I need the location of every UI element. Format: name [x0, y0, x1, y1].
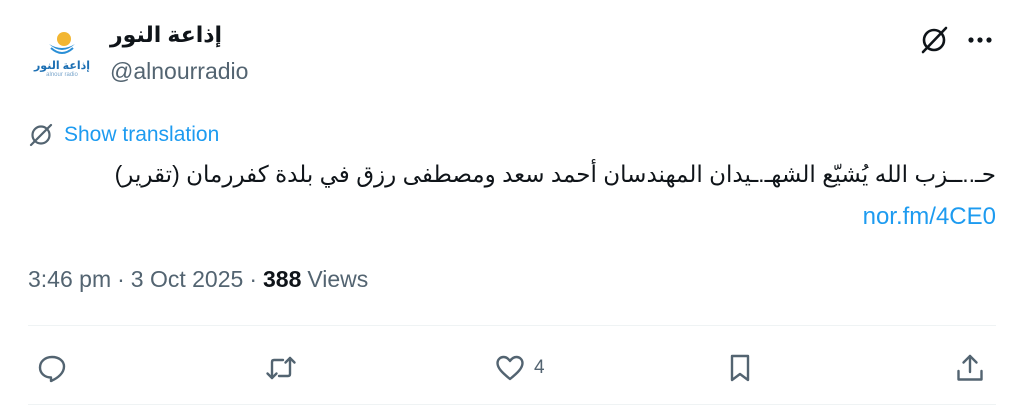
like-button[interactable]: 4 — [494, 350, 545, 386]
meta-separator: · — [249, 266, 257, 292]
user-handle[interactable]: @alnourradio — [110, 58, 248, 85]
like-count: 4 — [534, 357, 545, 378]
grok-icon[interactable] — [918, 24, 950, 56]
action-bar: 4 — [28, 342, 996, 392]
divider — [28, 404, 996, 405]
display-name[interactable]: إذاعة النور — [110, 22, 222, 48]
views-label: Views — [307, 266, 369, 292]
tweet-link[interactable]: nor.fm/4CE0 — [863, 200, 996, 234]
reply-icon — [38, 355, 66, 383]
tweet-date[interactable]: 3 Oct 2025 — [131, 266, 244, 293]
translate-icon — [29, 123, 53, 147]
reply-button[interactable] — [36, 350, 68, 386]
radio-logo-icon — [49, 31, 75, 54]
share-button[interactable] — [954, 350, 986, 386]
bookmark-icon — [730, 354, 750, 382]
share-icon — [957, 354, 983, 381]
avatar-logo-subtext: alnour radio — [46, 71, 78, 78]
tweet-time[interactable]: 3:46 pm — [28, 266, 111, 293]
views-count: 388 — [262, 266, 302, 292]
bookmark-button[interactable] — [724, 350, 756, 386]
heart-icon — [496, 355, 524, 381]
tweet-meta: 3:46 pm · 3 Oct 2025 · 388 Views — [28, 266, 368, 293]
show-translation-button[interactable]: Show translation — [28, 120, 219, 150]
avatar[interactable]: إذاعة النور alnour radio — [28, 20, 96, 88]
meta-separator: · — [117, 266, 125, 292]
more-icon[interactable] — [964, 26, 996, 54]
tweet-detail: إذاعة النور alnour radio إذاعة النور @al… — [0, 0, 1024, 408]
tweet-text: حـ..ــزب الله يُشيّع الشهـ.ـيدان المهندس… — [114, 161, 996, 187]
divider — [28, 325, 996, 326]
retweet-icon — [266, 356, 296, 380]
retweet-button[interactable] — [265, 350, 297, 386]
avatar-logo-text: إذاعة النور — [33, 59, 91, 72]
show-translation-label: Show translation — [64, 123, 220, 146]
